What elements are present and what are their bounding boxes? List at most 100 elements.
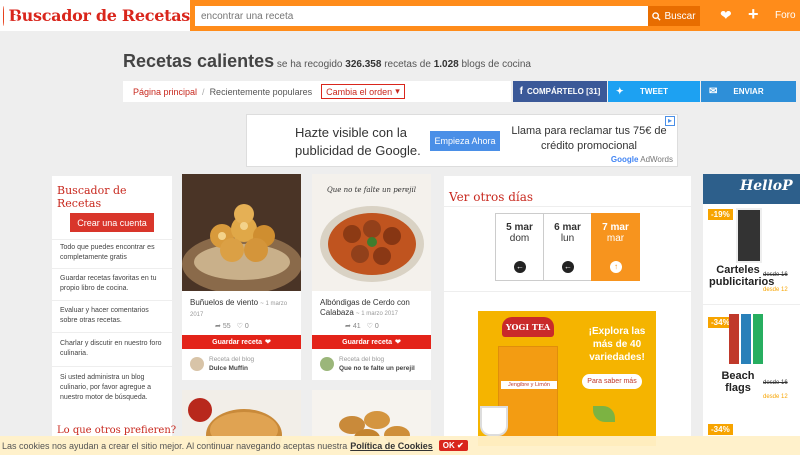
order-dropdown[interactable]: Cambia el orden ▾: [321, 84, 405, 99]
divider: [52, 366, 172, 367]
views-count: 55: [222, 323, 231, 330]
logo[interactable]: Buscador de Recetas: [0, 0, 190, 31]
divider: [52, 239, 172, 240]
recipe-title[interactable]: Albóndigas de Cerdo con Calabaza ~ 1 mar…: [320, 298, 428, 319]
nav-home-link[interactable]: Página principal: [133, 87, 197, 97]
day-button-7-mar[interactable]: 7 mar mar ↑: [591, 213, 640, 281]
poster-product-image: [736, 208, 762, 263]
yogi-tea-logo: YOGI TEA: [502, 317, 554, 337]
ad-line-1: Hazte visible con la: [295, 125, 407, 140]
share-arrow-icon: ➦: [215, 323, 221, 330]
new-price: desde 12: [763, 287, 788, 293]
views-stat: ➦ 55: [215, 322, 231, 330]
heart-icon: ♡: [366, 323, 373, 330]
divider: [444, 291, 691, 292]
product-name[interactable]: Carteles publicitarios: [709, 264, 774, 288]
cookie-ok-label: OK: [442, 441, 455, 450]
likes-count: 0: [374, 323, 379, 330]
share-email-button[interactable]: ✉ ENVIAR: [701, 81, 796, 102]
share-email-label: ENVIAR: [733, 87, 764, 96]
old-price: desde 16: [763, 380, 788, 386]
facebook-icon: f: [519, 86, 523, 97]
day-date: 5 mar: [506, 222, 533, 233]
others-prefer-heading: Lo que otros prefieren?: [57, 425, 177, 436]
divider: [52, 268, 172, 269]
tomato-logo-icon: [3, 5, 25, 26]
heart-icon: ❤: [394, 339, 401, 346]
views-count: 41: [352, 323, 361, 330]
sidebar-title: Buscador de Recetas: [57, 184, 127, 210]
search-input[interactable]: [195, 6, 648, 26]
add-plus-icon[interactable]: +: [748, 4, 759, 25]
create-account-button[interactable]: Crear una cuenta: [70, 213, 154, 232]
day-button-5-mar[interactable]: 5 mar dom ←: [495, 213, 544, 281]
new-price: desde 12: [763, 394, 788, 400]
blogs-count: 1.028: [433, 59, 459, 70]
google-ad-banner[interactable]: Hazte visible con la publicidad de Googl…: [246, 114, 678, 167]
recipe-stats: ➦ 41 ♡ 0: [345, 322, 379, 330]
ad-line-2: publicidad de Google.: [295, 143, 421, 158]
cookie-policy-link[interactable]: Política de Cookies: [350, 441, 433, 451]
recipe-title[interactable]: Buñuelos de viento ~ 1 marzo 2017: [190, 298, 298, 320]
ad-start-button[interactable]: Empieza Ahora: [430, 131, 500, 151]
heart-icon: ♡: [236, 323, 243, 330]
nav-popular: Recientemente populares: [209, 86, 313, 97]
sidebar-item: Todo que puedes encontrar es completamen…: [60, 244, 155, 261]
page-title: Recetas calientes: [123, 51, 275, 71]
blog-avatar[interactable]: [320, 357, 334, 371]
image-caption: Que no te falte un perejil: [327, 186, 416, 194]
blog-avatar[interactable]: [190, 357, 204, 371]
share-facebook-button[interactable]: f COMPÁRTELO [31]: [513, 81, 607, 102]
search-button[interactable]: Buscar: [648, 6, 700, 26]
share-twitter-label: TWEET: [640, 87, 668, 96]
day-weekday: dom: [509, 233, 530, 244]
other-days-panel: Ver otros días 5 mar dom ← 6 mar lun ← 7…: [444, 176, 691, 446]
recipe-card[interactable]: Buñuelos de viento ~ 1 marzo 2017 ➦ 55 ♡…: [182, 174, 301, 380]
recipe-image[interactable]: [182, 174, 301, 291]
share-facebook-label: COMPÁRTELO [31]: [527, 87, 601, 96]
flag-shape: [729, 314, 739, 364]
flag-shape: [753, 314, 763, 364]
fritters-photo: [182, 174, 301, 291]
organic-leaf-icon: [593, 406, 615, 422]
discount-badge: -19%: [708, 209, 733, 220]
page-headline: Recetas calientes se ha recogido 326.358…: [123, 51, 531, 72]
arrow-left-icon: ←: [562, 261, 574, 273]
forum-link[interactable]: Foro: [775, 10, 796, 21]
divider: [703, 304, 800, 305]
recipe-date: ~ 1 marzo 2017: [356, 311, 398, 317]
google-brand: Google: [610, 155, 639, 164]
day-date: 7 mar: [602, 222, 629, 233]
yogi-ad-headline: ¡Explora las más de 40 variedades!: [588, 326, 646, 363]
sidebar: Buscador de Recetas Crear una cuenta Tod…: [52, 176, 172, 436]
hello-print-ad[interactable]: HelloP -19% Carteles publicitarios desde…: [703, 174, 800, 454]
cookie-ok-button[interactable]: OK ✔: [438, 440, 468, 451]
order-dropdown-label: Cambia el orden: [326, 86, 393, 97]
yogi-learn-more-button[interactable]: Para saber más: [582, 374, 642, 389]
arrow-up-icon: ↑: [610, 261, 622, 273]
ad-header: HelloP: [703, 174, 800, 204]
sidebar-item: Guardar recetas favoritas en tu propio l…: [60, 275, 157, 292]
adwords-brand: AdWords: [640, 155, 673, 164]
share-twitter-button[interactable]: ✦ TWEET: [608, 81, 700, 102]
day-button-6-mar[interactable]: 6 mar lun ←: [543, 213, 592, 281]
email-icon: ✉: [709, 86, 718, 97]
top-bar: Buscador de Recetas Buscar ❤ + Foro: [0, 0, 800, 31]
tea-cup-image: [480, 406, 508, 436]
ad-right-text: Llama para reclamar tus 75€ de crédito p…: [509, 124, 669, 154]
yogi-tea-ad[interactable]: YOGI TEA Jengibre y Limón ¡Explora las m…: [478, 311, 656, 446]
save-recipe-button[interactable]: Guardar receta ❤: [182, 335, 301, 349]
blog-name-link[interactable]: Dulce Muffin: [209, 365, 248, 372]
cookie-banner: Las cookies nos ayudan a crear el sitio …: [0, 436, 800, 455]
recipe-card[interactable]: Que no te falte un perejil Albóndigas de…: [312, 174, 431, 380]
ad-choices-icon[interactable]: ▸: [665, 116, 675, 126]
save-recipe-button[interactable]: Guardar receta ❤: [312, 335, 431, 349]
flag-shape: [741, 314, 751, 364]
blog-prefix: Receta del blog: [209, 356, 255, 363]
day-weekday: lun: [560, 233, 575, 244]
product-name[interactable]: Beach flags: [709, 370, 767, 394]
blog-name-link[interactable]: Que no te falte un perejil: [339, 365, 415, 372]
divider: [52, 332, 172, 333]
ad-right-line-1: Llama para reclamar tus 75€ de: [511, 125, 667, 137]
favorites-heart-icon[interactable]: ❤: [720, 8, 732, 22]
